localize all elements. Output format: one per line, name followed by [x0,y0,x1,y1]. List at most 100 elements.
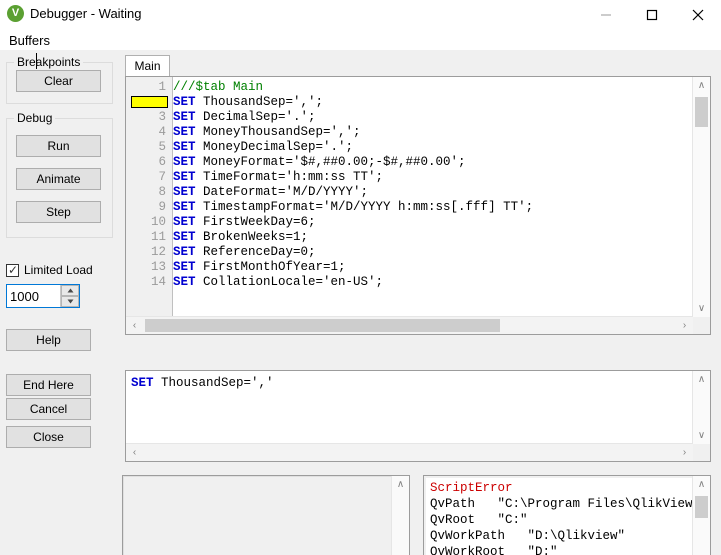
scroll-left-arrow[interactable]: ‹ [126,317,143,334]
code-token: TimestampFormat='M/D/YYYY h:mm:ss[.fff] … [195,200,534,214]
statement-token: SET [131,376,154,390]
tab-main[interactable]: Main [125,55,170,77]
minimize-button[interactable] [583,0,629,30]
variables-list[interactable]: ScriptError QvPath "C:\Program Files\Qlik… [430,480,693,555]
code-line[interactable]: SET MoneyThousandSep=','; [173,125,693,140]
check-icon: ✓ [8,262,19,277]
stepper-down-button[interactable] [61,296,79,307]
scroll-up-arrow[interactable]: ∧ [392,476,409,493]
code-line[interactable]: SET ThousandSep=','; [173,95,693,110]
scroll-down-arrow[interactable]: ∨ [693,427,710,444]
code-token: TimeFormat='h:mm:ss TT'; [195,170,384,184]
code-line[interactable]: SET DecimalSep='.'; [173,110,693,125]
scroll-down-arrow[interactable]: ∨ [693,300,710,317]
code-line[interactable]: SET TimestampFormat='M/D/YYYY h:mm:ss[.f… [173,200,693,215]
menu-item-buffers[interactable]: Buffers [6,32,53,49]
cancel-button[interactable]: Cancel [6,398,91,420]
code-line[interactable]: SET DateFormat='M/D/YYYY'; [173,185,693,200]
code-line[interactable]: SET ReferenceDay=0; [173,245,693,260]
clear-breakpoints-button[interactable]: Clear [16,70,101,92]
line-number: 11 [150,230,166,244]
checkbox-box: ✓ [6,262,19,277]
line-number: 9 [158,200,166,214]
code-token: SET [173,230,196,244]
help-button[interactable]: Help [6,329,91,351]
scroll-left-arrow[interactable]: ‹ [126,444,143,461]
stepper-up-button[interactable] [61,285,79,296]
code-token: MoneyDecimalSep='.'; [195,140,354,154]
statement-vertical-scrollbar[interactable]: ∧ ∨ [692,371,710,444]
scroll-right-arrow[interactable]: › [676,444,693,461]
limited-load-input[interactable] [7,285,60,307]
current-statement-panel: SET ThousandSep=',' ∧ ∨ ‹ › [125,370,711,462]
line-number: 13 [150,260,166,274]
line-number: 7 [158,170,166,184]
animate-button[interactable]: Animate [16,168,101,190]
scroll-up-arrow[interactable]: ∧ [693,476,710,493]
code-token: SET [173,95,196,109]
script-error-label[interactable]: ScriptError [430,480,693,496]
code-token: SET [173,140,196,154]
breakpoint-marker[interactable] [131,96,168,108]
close-dialog-button[interactable]: Close [6,426,91,448]
code-token: SET [173,245,196,259]
output-vertical-scrollbar[interactable]: ∧ ∨ [391,476,409,555]
variable-row[interactable]: QvWorkPath "D:\Qlikview" [430,528,693,544]
limited-load-checkbox[interactable]: ✓ Limited Load [6,262,93,278]
code-line[interactable]: SET FirstMonthOfYear=1; [173,260,693,275]
scroll-up-arrow[interactable]: ∧ [693,371,710,388]
step-button[interactable]: Step [16,201,101,223]
code-line[interactable]: SET MoneyDecimalSep='.'; [173,140,693,155]
code-token: FirstWeekDay=6; [195,215,316,229]
script-tab-strip: Main [125,55,710,77]
script-editor-panel: 1234567891011121314 ///$tab MainSET Thou… [125,76,711,335]
line-number: 6 [158,155,166,169]
variable-row[interactable]: QvRoot "C:" [430,512,693,528]
code-token: SET [173,155,196,169]
line-number: 12 [150,245,166,259]
minimize-icon [601,14,611,16]
code-token: ReferenceDay=0; [195,245,316,259]
scroll-up-arrow[interactable]: ∧ [693,77,710,94]
variable-row[interactable]: QvWorkRoot "D:" [430,544,693,555]
stepper-buttons [60,285,79,307]
script-editor-viewport[interactable]: 1234567891011121314 ///$tab MainSET Thou… [126,77,693,317]
horizontal-scroll-thumb[interactable] [145,319,500,332]
scrollbar-corner [693,317,710,334]
close-button[interactable] [675,0,721,30]
script-vertical-scrollbar[interactable]: ∧ ∨ [692,77,710,317]
code-token: MoneyFormat='$#,##0.00;-$#,##0.00'; [195,155,466,169]
maximize-icon [646,9,658,21]
variables-viewport[interactable]: ScriptError QvPath "C:\Program Files\Qlik… [426,478,693,555]
debugger-window: V Debugger - Waiting Buffers Breakpoints [0,0,721,555]
end-here-button[interactable]: End Here [6,374,91,396]
code-line[interactable]: SET FirstWeekDay=6; [173,215,693,230]
limited-load-stepper[interactable] [6,284,80,308]
code-line[interactable]: ///$tab Main [173,80,693,95]
limited-load-label: Limited Load [24,263,93,277]
script-code[interactable]: ///$tab Main SET ThousandSep=','; SET Deci… [173,80,693,317]
code-line[interactable]: SET MoneyFormat='$#,##0.00;-$#,##0.00'; [173,155,693,170]
code-token: SET [173,170,196,184]
code-token: CollationLocale='en-US'; [195,275,384,289]
code-token: ///$tab Main [173,80,264,94]
code-line[interactable]: SET BrokenWeeks=1; [173,230,693,245]
vertical-scroll-thumb[interactable] [695,496,708,518]
run-button[interactable]: Run [16,135,101,157]
code-token: SET [173,215,196,229]
line-number: 10 [150,215,166,229]
line-number-gutter[interactable]: 1234567891011121314 [126,77,173,317]
code-line[interactable]: SET TimeFormat='h:mm:ss TT'; [173,170,693,185]
variables-vertical-scrollbar[interactable]: ∧ ∨ [692,476,710,555]
output-panel-content[interactable] [123,476,392,555]
triangle-down-icon [67,299,73,304]
maximize-button[interactable] [629,0,675,30]
variable-row[interactable]: QvPath "C:\Program Files\QlikView" [430,496,693,512]
code-token: SET [173,275,196,289]
code-token: ThousandSep=','; [195,95,324,109]
script-horizontal-scrollbar[interactable]: ‹ › [126,316,693,334]
statement-horizontal-scrollbar[interactable]: ‹ › [126,443,693,461]
vertical-scroll-thumb[interactable] [695,97,708,127]
scroll-right-arrow[interactable]: › [676,317,693,334]
code-line[interactable]: SET CollationLocale='en-US'; [173,275,693,290]
